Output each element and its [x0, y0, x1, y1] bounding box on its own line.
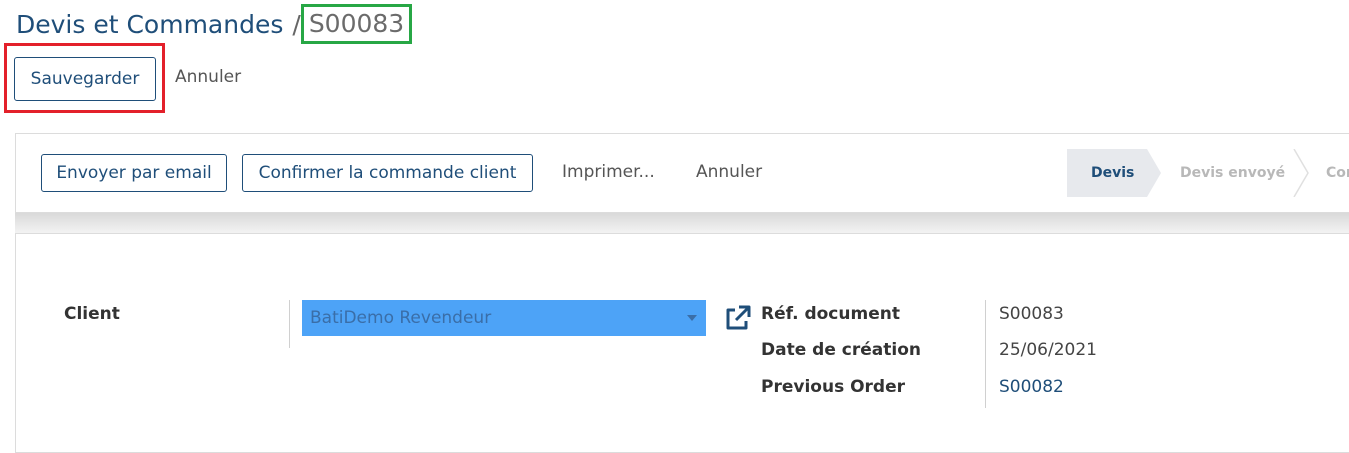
client-select[interactable]: BatiDemo Revendeur [302, 300, 706, 336]
stage-separator-icon [1293, 149, 1309, 197]
fields-divider [985, 300, 986, 408]
form-sheet [15, 233, 1349, 453]
stage-confirmed[interactable]: Con [1326, 149, 1349, 197]
reference-value: S00083 [999, 304, 1064, 324]
save-button[interactable]: Sauvegarder [14, 57, 156, 101]
stage-devis[interactable]: Devis [1067, 149, 1147, 197]
cancel-order-button[interactable]: Annuler [696, 162, 762, 182]
stage-arrow [1147, 149, 1161, 197]
previous-order-label: Previous Order [761, 377, 906, 397]
discard-button[interactable]: Annuler [175, 67, 241, 87]
chevron-down-icon[interactable] [687, 315, 697, 321]
send-by-email-button[interactable]: Envoyer par email [41, 154, 227, 192]
breadcrumb-current-record: S00083 [300, 4, 413, 44]
breadcrumb: Devis et Commandes / S00083 [16, 4, 418, 44]
statusbar-shadow [15, 213, 1349, 233]
client-select-value: BatiDemo Revendeur [310, 308, 492, 328]
confirm-order-button[interactable]: Confirmer la commande client [242, 154, 533, 192]
stage-devis-envoye[interactable]: Devis envoyé [1180, 149, 1285, 197]
breadcrumb-separator: / [292, 9, 301, 39]
external-link-icon[interactable] [722, 302, 754, 334]
creation-date-value: 25/06/2021 [999, 340, 1097, 360]
previous-order-link[interactable]: S00082 [999, 377, 1064, 397]
breadcrumb-parent-link[interactable]: Devis et Commandes [16, 10, 283, 39]
client-divider [289, 300, 290, 348]
creation-date-label: Date de création [761, 340, 921, 360]
reference-label: Réf. document [761, 304, 900, 324]
print-button[interactable]: Imprimer... [562, 162, 655, 182]
client-label: Client [64, 304, 120, 324]
